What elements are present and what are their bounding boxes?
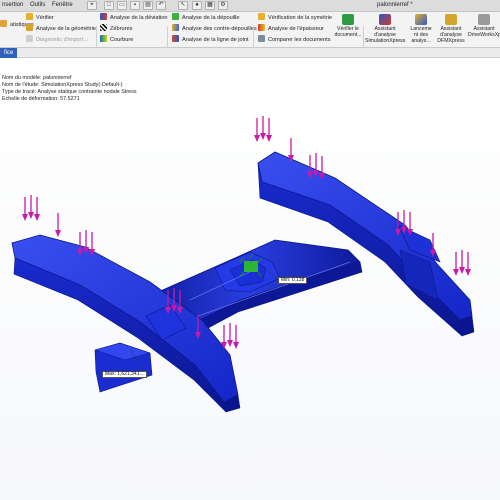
solidworks-window: { "window": { "title": "palonnierref *" …	[0, 0, 500, 500]
tab-office[interactable]: fice	[0, 48, 18, 58]
thickness-icon	[258, 24, 265, 31]
menu-tools[interactable]: Outils	[30, 2, 45, 8]
load-arrow-head	[266, 135, 272, 142]
load-arrow-head	[22, 214, 28, 221]
dfmxpress-icon	[445, 14, 457, 25]
compare-documents-button[interactable]: Comparer les documents	[258, 35, 331, 45]
min-stress-probe[interactable]: Min: 0.138	[278, 277, 308, 284]
driveworks-icon	[478, 14, 490, 25]
curvature-icon	[100, 35, 107, 42]
command-tab-strip: fice	[0, 48, 500, 58]
load-arrow-head	[28, 212, 34, 219]
menu-bar: nsertion Outils Fenêtre ⌖ □ ▭ ▪ ▤ ↶ ↖ ● …	[0, 0, 500, 12]
dfmxpress-button[interactable]: Assistant d'analyse DFMXpress	[436, 14, 466, 44]
check-document-button[interactable]: Vérifier le document...	[334, 14, 362, 38]
document-title: palonnierref *	[377, 2, 413, 8]
curvature-button[interactable]: Courbure	[100, 35, 133, 45]
symmetry-check-button[interactable]: Vérification de la symétrie	[258, 13, 332, 23]
load-arrows[interactable]	[22, 116, 471, 349]
load-arrow-head	[459, 267, 465, 274]
new-document-icon[interactable]: □	[104, 1, 114, 10]
deviation-analysis-button[interactable]: Analyse de la déviation	[100, 13, 168, 23]
simulationxpress-button[interactable]: Assistant d'analyse SimulationXpress	[365, 14, 405, 44]
verify-icon	[26, 13, 33, 20]
load-arrow-head	[227, 340, 233, 347]
draft-analysis-button[interactable]: Analyse de la dépouille	[172, 13, 240, 23]
geometry-analysis-icon	[26, 24, 33, 31]
menu-window[interactable]: Fenêtre	[52, 2, 73, 8]
load-arrow-head	[260, 133, 266, 140]
deviation-icon	[100, 13, 107, 20]
undercut-icon	[172, 24, 179, 31]
select-arrow-icon[interactable]: ↖	[178, 1, 188, 10]
thickness-analysis-button[interactable]: Analyse de l'épaisseur	[258, 24, 324, 34]
statistics-icon	[0, 20, 7, 27]
load-arrow-head	[34, 214, 40, 221]
save-icon[interactable]: ▪	[130, 1, 140, 10]
open-folder-icon[interactable]: ▭	[117, 1, 127, 10]
options-icon[interactable]: ⚙	[218, 1, 228, 10]
undo-icon[interactable]: ↶	[156, 1, 166, 10]
file-properties-icon[interactable]: ▦	[205, 1, 215, 10]
compare-icon	[258, 35, 265, 42]
launch-analysis-icon	[415, 14, 427, 25]
launch-analysis-button[interactable]: Lanceme nt des analys...	[409, 14, 433, 44]
load-arrow-head	[55, 230, 61, 237]
check-document-icon	[342, 14, 354, 25]
ribbon-evaluate: atistiques Vérifier Analyse de la géomét…	[0, 12, 500, 57]
simulationxpress-icon	[379, 14, 391, 25]
undercut-analysis-button[interactable]: Analyse des contre-dépouilles	[172, 24, 257, 34]
draft-icon	[172, 13, 179, 20]
rebuild-icon[interactable]: ●	[192, 1, 202, 10]
load-arrow-head	[254, 135, 260, 142]
zebra-button[interactable]: Zébrures	[100, 24, 132, 34]
load-arrow-head	[453, 269, 459, 276]
menu-insertion[interactable]: nsertion	[2, 2, 23, 8]
zebra-icon	[100, 24, 107, 31]
import-diagnostic-icon	[26, 35, 33, 42]
symmetry-icon	[258, 13, 265, 20]
parting-line-icon	[172, 35, 179, 42]
parting-line-analysis-button[interactable]: Analyse de la ligne de joint	[172, 35, 249, 45]
max-stress-probe[interactable]: Max: 1,621,341...	[102, 371, 147, 378]
pin-icon[interactable]: ⌖	[87, 1, 97, 10]
graphics-viewport[interactable]: Nom du modèle: palonnierref Nom de l'étu…	[0, 58, 500, 500]
stress-plot-model[interactable]	[0, 58, 500, 500]
verify-button[interactable]: Vérifier	[26, 13, 54, 23]
driveworks-button[interactable]: Assistant DriveWorksXp	[468, 14, 500, 38]
load-arrow-head	[233, 342, 239, 349]
geometry-analysis-button[interactable]: Analyse de la géométrie	[26, 24, 96, 34]
import-diagnostic-button[interactable]: Diagnostic d'import...	[26, 35, 88, 45]
print-icon[interactable]: ▤	[143, 1, 153, 10]
load-arrow-head	[465, 269, 471, 276]
lower-block	[94, 342, 153, 393]
